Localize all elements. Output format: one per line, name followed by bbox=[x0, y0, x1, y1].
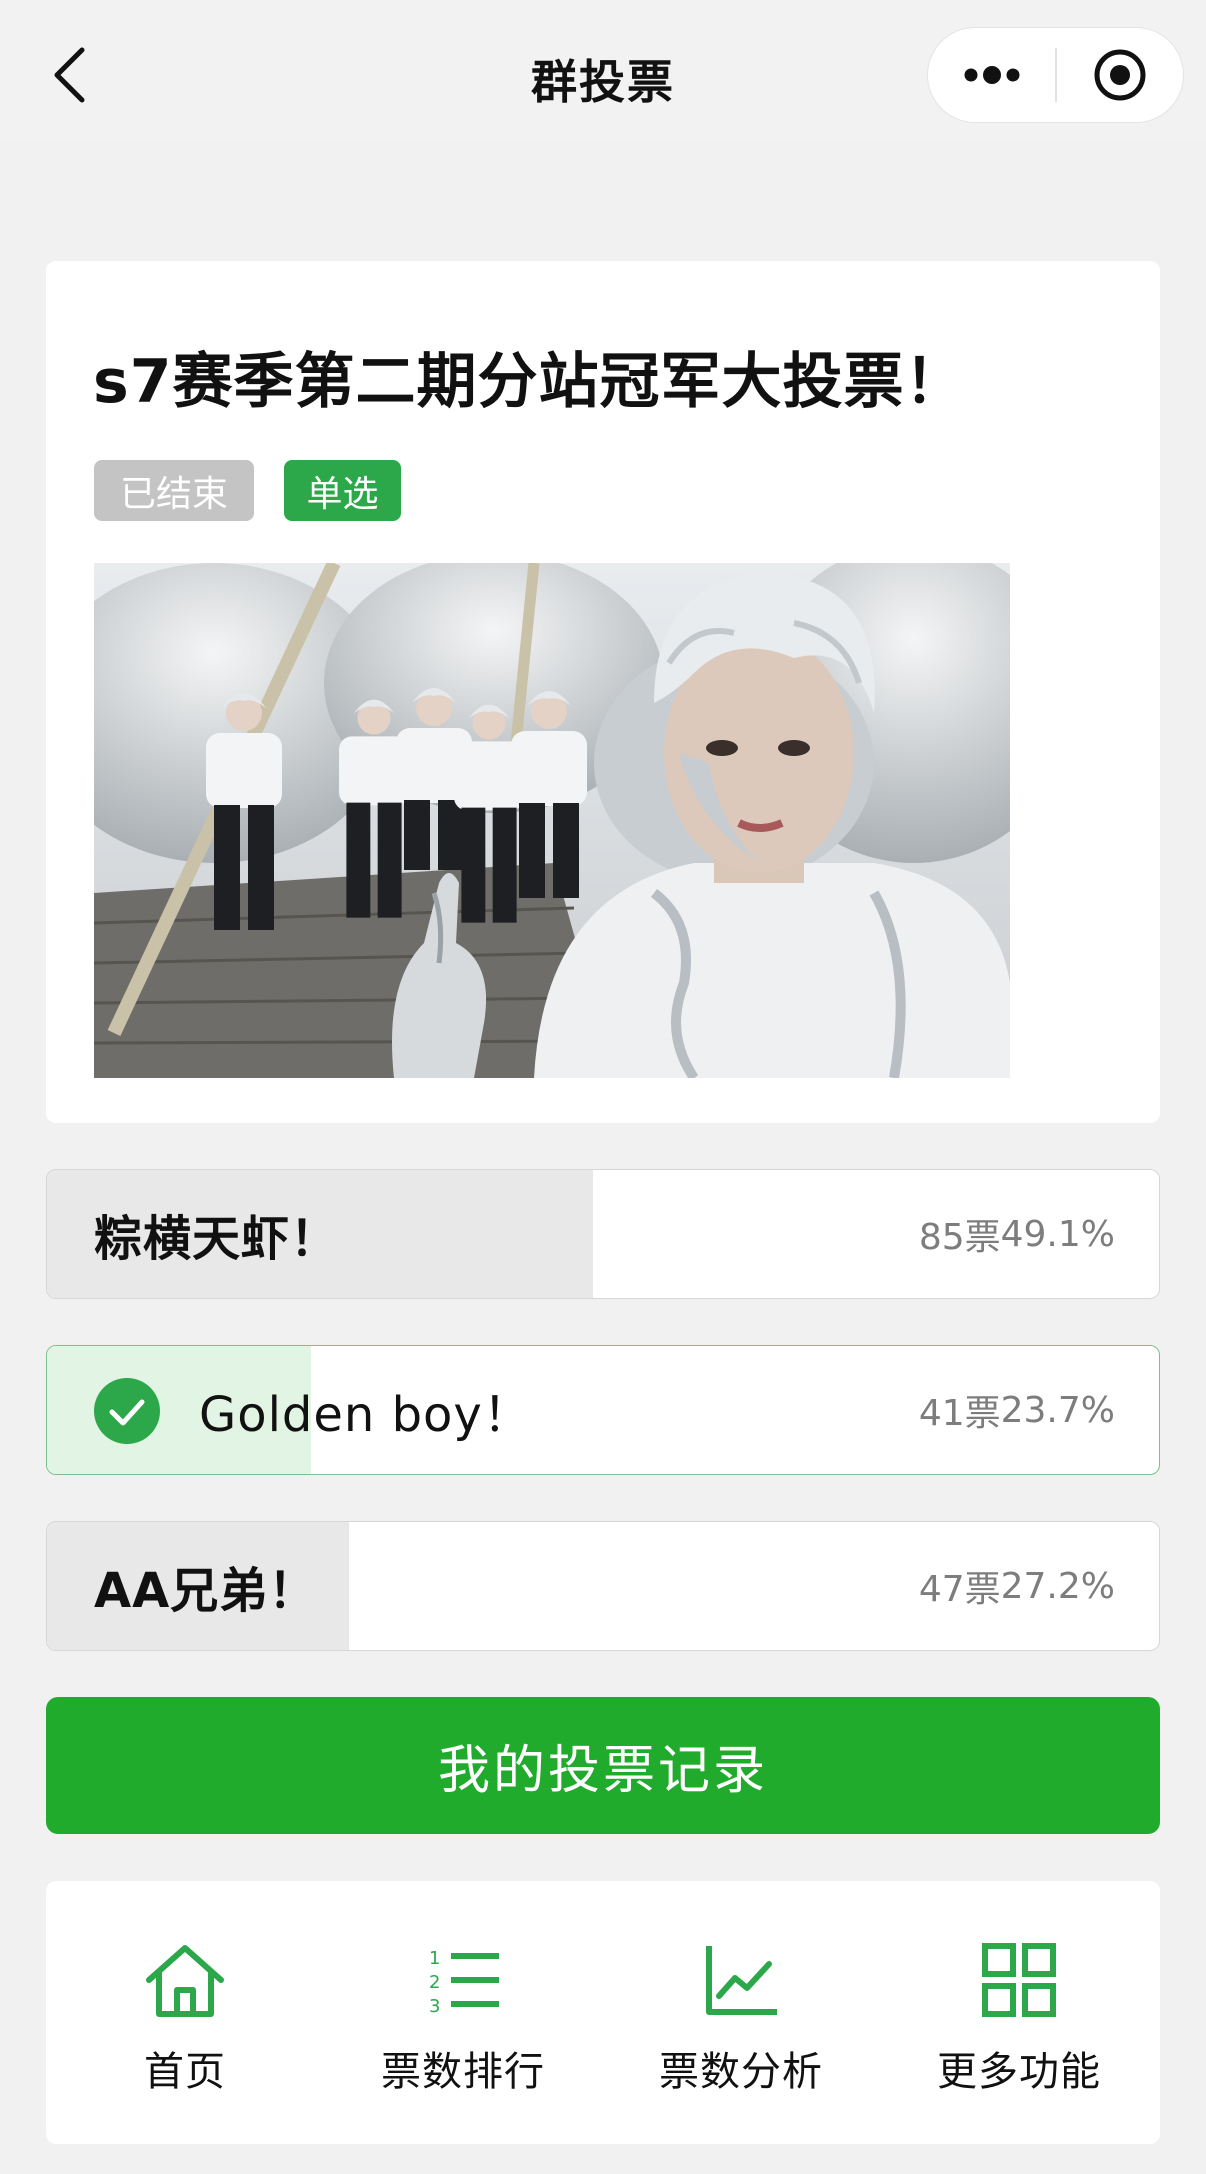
option-label: AA兄弟！ bbox=[94, 1563, 318, 1619]
function-bar: 首页 1 2 3 票数排行 票数分析 更多功能 bbox=[46, 1881, 1160, 2144]
vote-option-3[interactable]: AA兄弟！ 47票 27.2% bbox=[46, 1521, 1160, 1651]
option-percent: 23.7% bbox=[1000, 1389, 1115, 1431]
func-label: 更多功能 bbox=[937, 2049, 1101, 2095]
func-home[interactable]: 首页 bbox=[46, 1881, 324, 2144]
status-badge: 已结束 bbox=[94, 460, 254, 521]
option-label: 粽横天虾！ bbox=[94, 1211, 340, 1267]
func-more-features[interactable]: 更多功能 bbox=[880, 1881, 1158, 2144]
option-stats: 47票 27.2% bbox=[919, 1522, 1115, 1650]
option-votes: 47票 bbox=[918, 1569, 1001, 1610]
ranking-list-icon: 1 2 3 bbox=[429, 1948, 499, 2017]
check-circle-icon bbox=[94, 1378, 160, 1444]
mini-program-capsule bbox=[927, 27, 1184, 123]
func-label: 票数排行 bbox=[381, 2049, 545, 2095]
line-chart-icon bbox=[706, 1946, 777, 2015]
func-vote-analysis[interactable]: 票数分析 bbox=[602, 1881, 880, 2144]
svg-text:1: 1 bbox=[429, 1948, 440, 1969]
func-label: 票数分析 bbox=[659, 2049, 823, 2095]
poll-photo[interactable] bbox=[94, 563, 1010, 1078]
option-label: Golden boy！ bbox=[199, 1387, 532, 1443]
type-badge: 单选 bbox=[284, 460, 401, 521]
my-vote-record-button[interactable]: 我的投票记录 bbox=[46, 1697, 1160, 1834]
grid-icon bbox=[982, 1943, 1056, 2017]
target-close-icon bbox=[1094, 49, 1146, 101]
vote-option-2[interactable]: Golden boy！ 41票 23.7% bbox=[46, 1345, 1160, 1475]
option-votes: 41票 bbox=[918, 1393, 1001, 1434]
photo-illustration bbox=[94, 563, 1010, 1078]
more-button[interactable] bbox=[928, 27, 1055, 123]
svg-text:3: 3 bbox=[429, 1996, 440, 2017]
close-button[interactable] bbox=[1057, 27, 1183, 123]
func-vote-ranking[interactable]: 1 2 3 票数排行 bbox=[324, 1881, 602, 2144]
more-dots-icon bbox=[964, 66, 1019, 84]
poll-title: s7赛季第二期分站冠军大投票！ bbox=[93, 347, 966, 417]
navigation-bar: 群投票 bbox=[0, 0, 1206, 141]
home-icon bbox=[146, 1945, 224, 2017]
func-label: 首页 bbox=[144, 2049, 226, 2095]
poll-card: s7赛季第二期分站冠军大投票！ 已结束 单选 bbox=[46, 261, 1160, 1123]
option-stats: 85票 49.1% bbox=[919, 1170, 1115, 1298]
option-stats: 41票 23.7% bbox=[919, 1346, 1115, 1474]
option-percent: 27.2% bbox=[1000, 1565, 1115, 1607]
svg-text:2: 2 bbox=[429, 1972, 440, 1993]
option-percent: 49.1% bbox=[1000, 1213, 1115, 1255]
option-votes: 85票 bbox=[918, 1217, 1001, 1258]
vote-option-1[interactable]: 粽横天虾！ 85票 49.1% bbox=[46, 1169, 1160, 1299]
